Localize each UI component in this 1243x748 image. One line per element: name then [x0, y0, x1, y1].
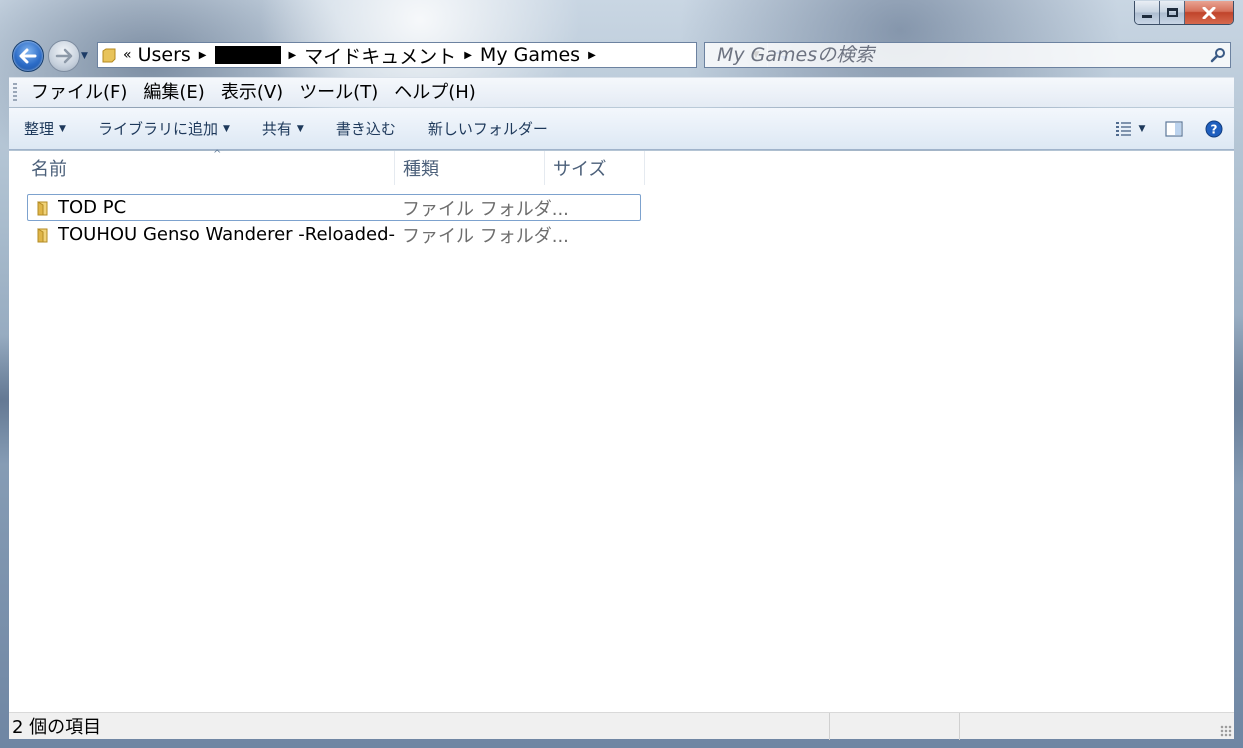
file-row[interactable]: TOD PC ファイル フォルダ... [27, 194, 641, 221]
file-type: ファイル フォルダ... [402, 198, 569, 220]
window-caption-buttons [1134, 1, 1234, 25]
new-folder-button[interactable]: 新しいフォルダー [413, 114, 565, 144]
navigation-bar: ▼ « Users ▶ ▶ マイドキュメント ▶ My Games ▶ ▼ [0, 36, 1243, 74]
back-arrow-icon [19, 48, 37, 64]
status-bar: 2 個の項目 [9, 712, 1234, 740]
breadcrumb-user-redacted[interactable] [212, 43, 284, 67]
search-box[interactable] [704, 42, 1231, 68]
burn-button[interactable]: 書き込む [321, 114, 413, 144]
item-count: 2 個の項目 [12, 717, 102, 738]
breadcrumb-separator-icon[interactable]: ▶ [194, 50, 212, 61]
column-header-name[interactable]: 名前 ^ [19, 149, 395, 185]
minimize-icon [1142, 15, 1152, 18]
column-headers: 名前 ^ 種類 サイズ [9, 149, 649, 185]
chevron-down-icon: ▼ [59, 123, 66, 134]
folder-icon [102, 48, 116, 63]
redacted-block [214, 46, 281, 64]
column-header-size-label: サイズ [553, 159, 607, 180]
new-folder-label: 新しいフォルダー [427, 119, 548, 138]
file-type: ファイル フォルダ... [402, 225, 569, 247]
menu-grip-handle[interactable] [13, 82, 17, 103]
preview-pane-button[interactable] [1154, 114, 1194, 144]
help-icon: ? [1205, 120, 1223, 138]
resize-grip-icon[interactable] [1220, 725, 1232, 737]
file-row[interactable]: TOUHOU Genso Wanderer -Reloaded- ファイル フォ… [27, 221, 641, 248]
chevron-down-icon: ▼ [222, 123, 230, 134]
forward-button[interactable] [48, 40, 80, 72]
search-input[interactable] [705, 43, 1206, 67]
details-view-icon [1115, 122, 1131, 136]
forward-arrow-icon [55, 48, 73, 64]
file-name: TOD PC [58, 197, 127, 218]
maximize-button[interactable] [1160, 1, 1185, 24]
chevron-down-icon: ▼ [1138, 124, 1146, 134]
share-button[interactable]: 共有 ▼ [247, 114, 321, 144]
folder-icon [28, 200, 58, 216]
share-label: 共有 [261, 119, 292, 138]
column-header-size[interactable]: サイズ [541, 151, 645, 185]
add-to-library-label: ライブラリに追加 [97, 119, 218, 138]
chevron-down-icon: ▼ [296, 123, 304, 134]
close-icon [1202, 6, 1216, 19]
help-button[interactable]: ? [1194, 114, 1234, 144]
menu-tools[interactable]: ツール(T) [291, 80, 386, 106]
breadcrumb-separator-icon[interactable]: ▶ [459, 50, 477, 61]
folder-icon [28, 227, 58, 243]
svg-text:?: ? [1211, 123, 1218, 137]
organize-button[interactable]: 整理 ▼ [9, 114, 83, 144]
breadcrumb-my-games[interactable]: My Games [477, 43, 583, 67]
maximize-icon [1166, 8, 1178, 17]
column-header-type[interactable]: 種類 [391, 151, 545, 185]
column-header-type-label: 種類 [403, 159, 439, 180]
menu-edit[interactable]: 編集(E) [135, 80, 212, 106]
change-view-button[interactable]: ▼ [1106, 114, 1154, 144]
address-bar[interactable]: « Users ▶ ▶ マイドキュメント ▶ My Games ▶ ▼ [97, 42, 788, 68]
minimize-button[interactable] [1135, 1, 1160, 24]
menu-bar: ファイル(F) 編集(E) 表示(V) ツール(T) ヘルプ(H) [9, 77, 1234, 107]
breadcrumb-separator-icon[interactable]: ▶ [284, 50, 302, 61]
file-rows: TOD PC ファイル フォルダ... TOUHOU Genso Wandere… [27, 194, 641, 248]
burn-label: 書き込む [335, 119, 396, 138]
view-controls: ▼ ? [1106, 108, 1234, 150]
add-to-library-button[interactable]: ライブラリに追加 ▼ [83, 114, 247, 144]
breadcrumb-users[interactable]: Users [135, 43, 194, 67]
status-cell [829, 712, 959, 740]
menu-view[interactable]: 表示(V) [213, 80, 291, 106]
search-icon[interactable] [1206, 47, 1230, 63]
back-button[interactable] [12, 40, 44, 72]
preview-pane-icon [1165, 121, 1183, 137]
sort-ascending-icon: ^ [213, 149, 222, 160]
organize-label: 整理 [24, 119, 55, 138]
recent-pages-dropdown[interactable]: ▼ [81, 50, 91, 62]
breadcrumb-my-documents[interactable]: マイドキュメント [301, 43, 459, 68]
close-button[interactable] [1185, 1, 1233, 24]
file-list-pane[interactable]: 名前 ^ 種類 サイズ TOD PC ファイル フォルダ... TOUHOU G… [9, 149, 1234, 712]
menu-file[interactable]: ファイル(F) [23, 80, 135, 106]
file-name: TOUHOU Genso Wanderer -Reloaded- [58, 224, 395, 245]
command-bar: 整理 ▼ ライブラリに追加 ▼ 共有 ▼ 書き込む 新しいフォルダー ▼ ? [9, 108, 1234, 150]
breadcrumb-separator-icon[interactable]: ▶ [583, 50, 601, 61]
status-cell [959, 712, 1229, 740]
address-overflow-chevron[interactable]: « [120, 43, 135, 67]
menu-help[interactable]: ヘルプ(H) [386, 80, 484, 106]
column-header-name-label: 名前 [31, 159, 67, 180]
